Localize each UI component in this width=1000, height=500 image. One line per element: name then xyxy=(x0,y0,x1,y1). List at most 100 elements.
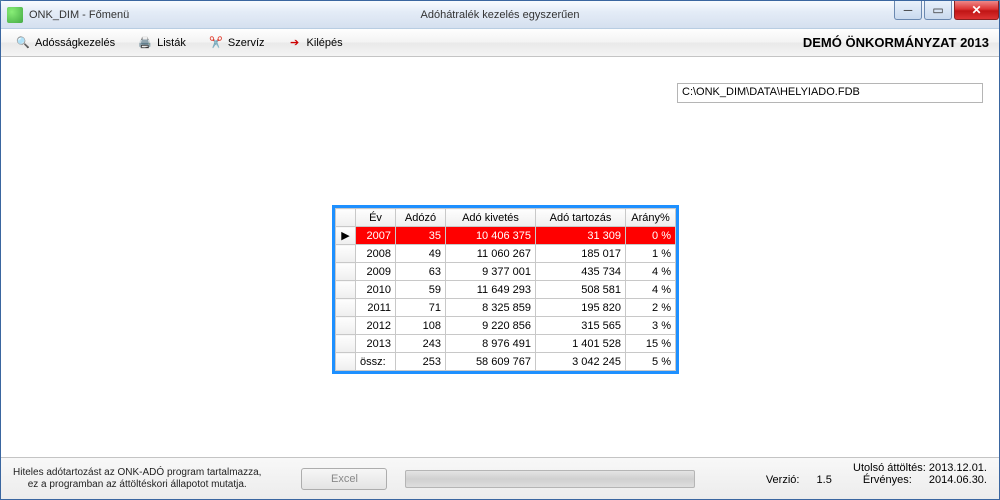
valid-value: 2014.06.30. xyxy=(929,474,987,486)
printer-icon: 🖨️ xyxy=(137,35,153,51)
toolbar-item-label: Listák xyxy=(157,37,186,49)
cell[interactable]: 15 % xyxy=(626,335,676,353)
cell[interactable]: 1 % xyxy=(626,245,676,263)
table-row[interactable]: 2009639 377 001435 7344 % xyxy=(336,263,676,281)
exit-icon: ➔ xyxy=(287,35,303,51)
title-buttons: ─ ▭ ✕ xyxy=(892,1,999,21)
disclaimer-line2: ez a programban az áttöltéskori állapoto… xyxy=(13,479,261,491)
cell[interactable]: 2010 xyxy=(356,281,396,299)
cell[interactable]: 243 xyxy=(396,335,446,353)
cell[interactable]: 31 309 xyxy=(536,227,626,245)
grid-header[interactable]: Adó tartozás xyxy=(536,209,626,227)
cell[interactable]: 108 xyxy=(396,317,446,335)
search-icon: 🔍 xyxy=(15,35,31,51)
last-load-label: Utolsó áttöltés: xyxy=(853,462,926,474)
table-row[interactable]: 2011718 325 859195 8202 % xyxy=(336,299,676,317)
version-value: 1.5 xyxy=(817,474,832,486)
cell[interactable]: 4 % xyxy=(626,263,676,281)
table-row[interactable]: 20084911 060 267185 0171 % xyxy=(336,245,676,263)
last-load-value: 2013.12.01. xyxy=(929,462,987,474)
toolbar-item-label: Szervíz xyxy=(228,37,265,49)
tools-icon: ✂️ xyxy=(208,35,224,51)
cell[interactable]: 2007 xyxy=(356,227,396,245)
minimize-button[interactable]: ─ xyxy=(894,1,922,20)
toolbar-item-adossagkezeles[interactable]: 🔍 Adósságkezelés xyxy=(7,32,123,54)
row-indicator[interactable] xyxy=(336,299,356,317)
cell[interactable]: 185 017 xyxy=(536,245,626,263)
cell[interactable]: 63 xyxy=(396,263,446,281)
app-icon xyxy=(7,7,23,23)
totals-row[interactable]: össz:25358 609 7673 042 2455 % xyxy=(336,353,676,371)
toolbar-item-label: Kilépés xyxy=(307,37,343,49)
toolbar-item-listak[interactable]: 🖨️ Listák xyxy=(129,32,194,54)
disclaimer-text: Hiteles adótartozást az ONK-ADÓ program … xyxy=(13,467,261,491)
grid-header[interactable]: Arány% xyxy=(626,209,676,227)
progress-bar xyxy=(405,470,695,488)
cell[interactable]: 195 820 xyxy=(536,299,626,317)
cell[interactable]: 71 xyxy=(396,299,446,317)
toolbar-item-label: Adósságkezelés xyxy=(35,37,115,49)
excel-button[interactable]: Excel xyxy=(301,468,387,490)
db-path-field[interactable]: C:\ONK_DIM\DATA\HELYIADO.FDB xyxy=(677,83,983,103)
cell[interactable]: 8 325 859 xyxy=(446,299,536,317)
row-indicator[interactable] xyxy=(336,263,356,281)
data-grid[interactable]: ÉvAdózóAdó kivetésAdó tartozásArány% ▶20… xyxy=(332,205,679,374)
row-indicator[interactable] xyxy=(336,353,356,371)
toolbar: 🔍 Adósságkezelés 🖨️ Listák ✂️ Szervíz ➔ … xyxy=(1,29,999,57)
cell[interactable]: 49 xyxy=(396,245,446,263)
window-subtitle: Adóhátralék kezelés egyszerűen xyxy=(1,9,999,21)
cell[interactable]: 11 060 267 xyxy=(446,245,536,263)
cell[interactable]: 9 220 856 xyxy=(446,317,536,335)
cell[interactable]: 2012 xyxy=(356,317,396,335)
toolbar-item-kilepes[interactable]: ➔ Kilépés xyxy=(279,32,351,54)
cell[interactable]: 4 % xyxy=(626,281,676,299)
cell[interactable]: 35 xyxy=(396,227,446,245)
cell[interactable]: 0 % xyxy=(626,227,676,245)
table-row[interactable]: 20121089 220 856315 5653 % xyxy=(336,317,676,335)
cell[interactable]: 9 377 001 xyxy=(446,263,536,281)
cell[interactable]: 10 406 375 xyxy=(446,227,536,245)
close-button[interactable]: ✕ xyxy=(954,1,999,20)
row-indicator[interactable] xyxy=(336,245,356,263)
cell[interactable]: 1 401 528 xyxy=(536,335,626,353)
main-window: ONK_DIM - Főmenü Adóhátralék kezelés egy… xyxy=(0,0,1000,500)
disclaimer-line1: Hiteles adótartozást az ONK-ADÓ program … xyxy=(13,467,261,479)
row-indicator[interactable] xyxy=(336,317,356,335)
grid-header[interactable] xyxy=(336,209,356,227)
org-label: DEMÓ ÖNKORMÁNYZAT 2013 xyxy=(803,35,989,50)
cell[interactable]: 2011 xyxy=(356,299,396,317)
maximize-button[interactable]: ▭ xyxy=(924,1,952,20)
cell[interactable]: 59 xyxy=(396,281,446,299)
cell[interactable]: 3 % xyxy=(626,317,676,335)
cell[interactable]: 315 565 xyxy=(536,317,626,335)
footer-right: Utolsó áttöltés: 2013.12.01. Verzió: 1.5… xyxy=(738,462,987,486)
toolbar-item-szerviz[interactable]: ✂️ Szervíz xyxy=(200,32,273,54)
table-row[interactable]: 20105911 649 293508 5814 % xyxy=(336,281,676,299)
window-title: ONK_DIM - Főmenü xyxy=(29,9,129,21)
row-indicator[interactable] xyxy=(336,335,356,353)
cell[interactable]: 2008 xyxy=(356,245,396,263)
table-row[interactable]: ▶20073510 406 37531 3090 % xyxy=(336,227,676,245)
cell[interactable]: 253 xyxy=(396,353,446,371)
footer: Hiteles adótartozást az ONK-ADÓ program … xyxy=(1,457,999,499)
cell[interactable]: 8 976 491 xyxy=(446,335,536,353)
cell[interactable]: 2013 xyxy=(356,335,396,353)
cell[interactable]: 58 609 767 xyxy=(446,353,536,371)
cell[interactable]: 435 734 xyxy=(536,263,626,281)
cell[interactable]: 508 581 xyxy=(536,281,626,299)
grid-header[interactable]: Év xyxy=(356,209,396,227)
cell[interactable]: 2 % xyxy=(626,299,676,317)
content-area: C:\ONK_DIM\DATA\HELYIADO.FDB ÉvAdózóAdó … xyxy=(1,57,999,457)
cell[interactable]: 11 649 293 xyxy=(446,281,536,299)
cell[interactable]: 3 042 245 xyxy=(536,353,626,371)
cell[interactable]: össz: xyxy=(356,353,396,371)
grid-header[interactable]: Adózó xyxy=(396,209,446,227)
table-row[interactable]: 20132438 976 4911 401 52815 % xyxy=(336,335,676,353)
row-indicator[interactable] xyxy=(336,281,356,299)
cell[interactable]: 5 % xyxy=(626,353,676,371)
cell[interactable]: 2009 xyxy=(356,263,396,281)
titlebar: ONK_DIM - Főmenü Adóhátralék kezelés egy… xyxy=(1,1,999,29)
version-label: Verzió: xyxy=(766,474,800,486)
row-indicator[interactable]: ▶ xyxy=(336,227,356,245)
grid-header[interactable]: Adó kivetés xyxy=(446,209,536,227)
